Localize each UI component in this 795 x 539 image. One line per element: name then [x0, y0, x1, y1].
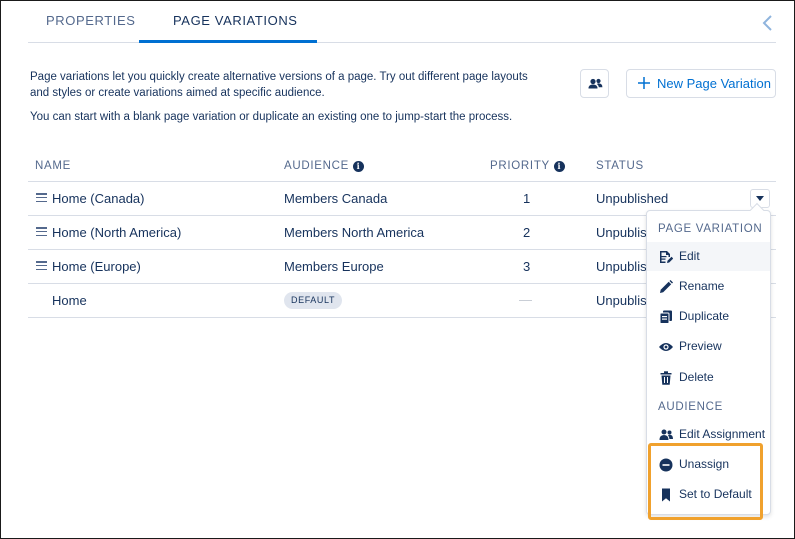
drag-handle-icon[interactable]	[36, 261, 47, 271]
new-page-variation-label: New Page Variation	[657, 76, 771, 91]
collapse-panel-button[interactable]	[760, 12, 776, 34]
column-header-priority-label: PRIORITY	[490, 160, 550, 172]
menu-item-label: Rename	[679, 279, 725, 293]
variation-name: Home	[52, 293, 87, 308]
menu-item-duplicate[interactable]: Duplicate	[647, 302, 770, 331]
table-header: NAME AUDIENCE i PRIORITY i STATUS	[28, 151, 776, 182]
default-badge: DEFAULT	[284, 292, 343, 309]
drag-handle-icon[interactable]	[36, 227, 47, 237]
menu-item-label: Preview	[679, 339, 722, 353]
info-icon[interactable]: i	[353, 161, 365, 172]
menu-item-label: Edit Assignment	[679, 427, 766, 441]
tab-page-variations[interactable]: PAGE VARIATIONS	[173, 13, 298, 28]
menu-section-page-variation: PAGE VARIATION	[658, 223, 763, 235]
variation-name: Home (Canada)	[52, 191, 145, 206]
column-header-audience[interactable]: AUDIENCE i	[284, 160, 365, 172]
menu-item-rename[interactable]: Rename	[647, 272, 770, 301]
column-header-priority[interactable]: PRIORITY i	[490, 160, 565, 172]
menu-item-delete[interactable]: Delete	[647, 363, 770, 392]
variation-name: Home (North America)	[52, 225, 182, 240]
highlight-box	[648, 443, 763, 520]
edit-icon	[660, 251, 673, 263]
chevron-left-icon	[762, 15, 772, 31]
variation-name: Home (Europe)	[52, 259, 141, 274]
menu-item-label: Edit	[679, 249, 700, 263]
users-icon	[659, 429, 673, 440]
audience-name: Members North America	[284, 225, 425, 240]
plus-icon	[638, 77, 650, 89]
status-value: Unpublished	[596, 191, 669, 206]
priority-value: 2	[523, 225, 531, 240]
priority-value: 3	[523, 259, 531, 274]
audience-name: Members Canada	[284, 191, 388, 206]
active-tab-indicator	[139, 40, 317, 43]
column-header-status: STATUS	[596, 160, 644, 172]
menu-section-audience: AUDIENCE	[658, 401, 724, 413]
menu-item-label: Duplicate	[679, 309, 730, 323]
priority-empty-dash	[519, 300, 532, 301]
eye-icon	[659, 343, 673, 351]
description-text-2: You can start with a blank page variatio…	[30, 111, 513, 123]
priority-value: 1	[523, 191, 531, 206]
tab-properties[interactable]: PROPERTIES	[46, 13, 136, 28]
audience-button[interactable]	[580, 69, 609, 98]
info-icon[interactable]: i	[553, 161, 565, 172]
copy-icon	[659, 310, 672, 324]
menu-item-edit[interactable]: Edit	[647, 242, 770, 271]
menu-item-preview[interactable]: Preview	[647, 332, 770, 361]
tab-bar: PROPERTIES PAGE VARIATIONS	[28, 0, 776, 43]
column-header-name[interactable]: NAME	[35, 160, 71, 172]
description-text: Page variations let you quickly create a…	[30, 71, 528, 99]
trash-icon	[660, 371, 672, 385]
new-page-variation-button[interactable]: New Page Variation	[626, 69, 776, 98]
pencil-icon	[660, 280, 673, 293]
column-header-audience-label: AUDIENCE	[284, 160, 350, 172]
menu-item-label: Delete	[679, 370, 714, 384]
users-icon	[588, 78, 603, 89]
audience-name: Members Europe	[284, 259, 384, 274]
drag-handle-icon[interactable]	[36, 193, 47, 203]
